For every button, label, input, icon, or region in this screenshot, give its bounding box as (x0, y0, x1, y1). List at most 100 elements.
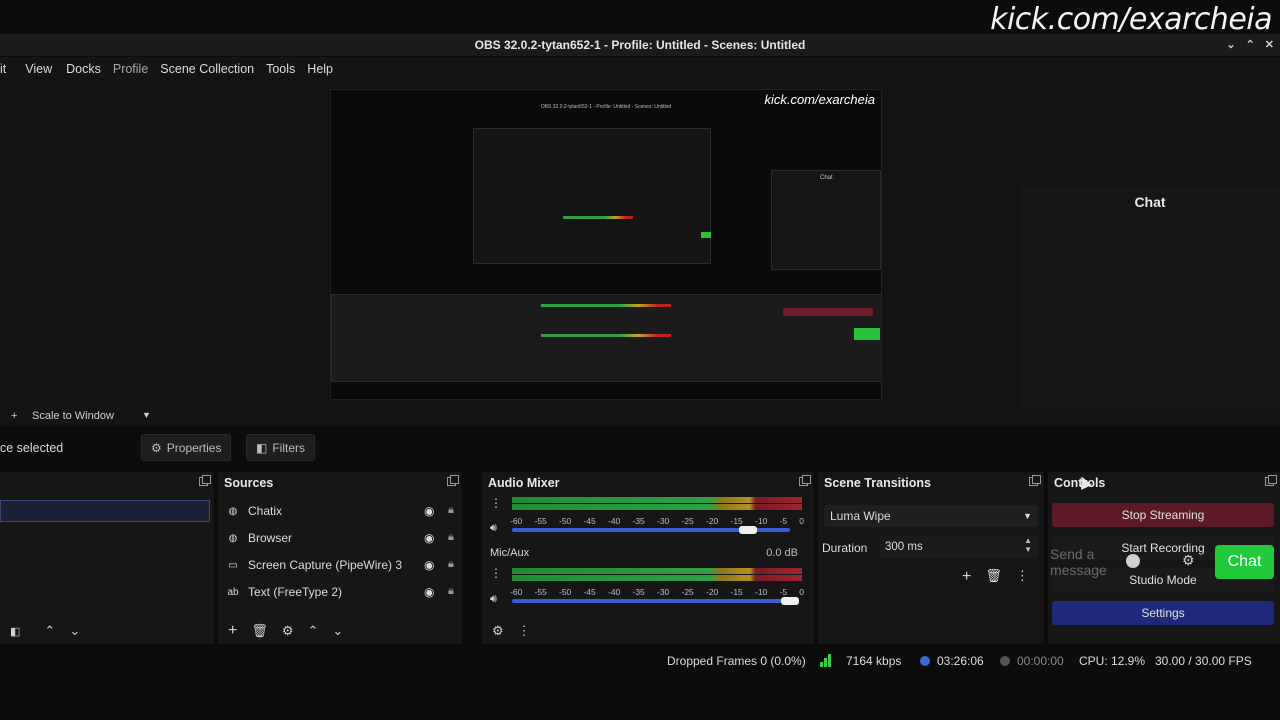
speaker-icon[interactable]: 🔊︎ (490, 593, 497, 606)
transition-selected: Luma Wipe (830, 509, 891, 523)
eye-icon[interactable]: ◉ (424, 558, 434, 572)
sources-title: Sources (224, 476, 274, 490)
volume-meter (512, 504, 802, 510)
eye-icon[interactable]: ◉ (424, 585, 434, 599)
audio-mixer-title: Audio Mixer (488, 476, 560, 490)
move-up-icon[interactable]: ⌃ (44, 623, 55, 639)
speaker-icon[interactable]: 🔊︎ (490, 522, 497, 535)
gear-icon[interactable]: ⚙ (1182, 552, 1195, 569)
move-down-icon[interactable]: ⌄ (332, 623, 343, 639)
meter-tick-label: -30 (657, 587, 670, 597)
meter-tick-label: -25 (681, 587, 694, 597)
properties-button[interactable]: ⚙ Properties (141, 434, 232, 461)
preview-meter-1 (541, 304, 671, 307)
source-name: Chatix (248, 504, 283, 518)
scale-select[interactable]: Scale to Window (32, 410, 114, 422)
lock-icon[interactable]: 🔒︎ (448, 558, 454, 571)
trash-icon[interactable]: 🗑︎ (251, 623, 268, 639)
meter-tick-label: -35 (632, 587, 645, 597)
caret-down-icon[interactable]: ▼ (142, 410, 151, 420)
scene-item-selected[interactable] (0, 500, 210, 522)
context-bar: + Scale to Window ▼ (0, 408, 1280, 426)
record-time: 00:00:00 (1017, 654, 1064, 668)
channel-name: Mic/Aux (490, 547, 530, 559)
maximize-icon[interactable]: ⌃ (1246, 34, 1255, 56)
scenes-toolbar: ◧ ⌃ ⌄ (0, 618, 214, 644)
properties-label: Properties (166, 440, 222, 455)
duration-label: Duration (822, 541, 868, 555)
volume-slider[interactable] (512, 599, 790, 603)
menu-tools[interactable]: Tools (260, 62, 301, 76)
preview-nested-chat: Chat (771, 170, 881, 270)
source-name: Text (FreeType 2) (248, 585, 343, 599)
volume-slider-handle[interactable] (739, 526, 758, 534)
chat-message-input[interactable]: Send a message (1050, 546, 1120, 578)
eye-icon[interactable]: ◉ (424, 504, 434, 518)
lock-icon[interactable]: 🔒︎ (448, 504, 454, 517)
eye-icon[interactable]: ◉ (424, 531, 434, 545)
add-icon[interactable]: + (11, 410, 17, 422)
meter-tick-label: -20 (706, 587, 719, 597)
scene-filter-icon[interactable]: ◧ (10, 625, 20, 638)
emoji-icon[interactable] (1126, 554, 1140, 568)
lock-icon[interactable]: 🔒︎ (448, 531, 454, 544)
channel-watermark: kick.com/exarcheia (990, 2, 1272, 37)
menu-scene-collection[interactable]: Scene Collection (154, 62, 260, 76)
gear-icon: ⚙ (151, 440, 162, 455)
window-titlebar: OBS 32.0.2-tytan652-1 - Profile: Untitle… (0, 34, 1280, 56)
source-item[interactable]: ab Text (FreeType 2) ◉ 🔒︎ (226, 579, 458, 605)
dropped-frames: Dropped Frames 0 (0.0%) (667, 654, 806, 668)
float-dock-icon[interactable] (447, 475, 459, 486)
advanced-audio-icon[interactable]: ⚙ (492, 623, 504, 639)
source-item[interactable]: ◍ Browser ◉ 🔒︎ (226, 525, 458, 551)
menu-docks[interactable]: Docks (58, 62, 107, 76)
gear-icon[interactable]: ⚙ (282, 623, 294, 639)
filter-icon: ◧ (256, 440, 268, 455)
menu-view[interactable]: View (12, 62, 58, 76)
channel-menu-icon[interactable]: ⋮ (490, 496, 502, 510)
add-transition-icon[interactable]: + (962, 568, 971, 586)
meter-tick-label: -20 (706, 516, 719, 526)
source-item[interactable]: ▭ Screen Capture (PipeWire) 3 ◉ 🔒︎ (226, 552, 458, 578)
float-dock-icon[interactable] (1029, 475, 1041, 486)
menu-profile[interactable]: Profile (107, 62, 154, 76)
stop-streaming-button[interactable]: Stop Streaming (1052, 503, 1274, 527)
meter-tick-label: -40 (608, 516, 621, 526)
filters-button[interactable]: ◧ Filters (246, 434, 316, 461)
preview-meter-3 (563, 216, 633, 219)
volume-slider-handle[interactable] (781, 597, 799, 605)
close-icon[interactable]: ✕ (1265, 34, 1274, 56)
add-source-icon[interactable]: + (228, 622, 237, 640)
source-name: Screen Capture (PipeWire) 3 (248, 558, 403, 572)
settings-button[interactable]: Settings (1052, 601, 1274, 625)
meter-tick-label: -35 (632, 516, 645, 526)
program-preview[interactable]: kick.com/exarcheia OBS 32.0.2-tytan652-1… (330, 89, 882, 400)
meter-scale: -60 -55 -50 -45 -40 -35 -30 -25 -20 -15 -10 -5 0 (510, 516, 804, 526)
text-icon: ab (227, 586, 239, 598)
menu-help[interactable]: Help (301, 62, 339, 76)
duration-value: 300 ms (885, 541, 923, 553)
source-name: Browser (248, 531, 293, 545)
move-down-icon[interactable]: ⌄ (69, 623, 80, 639)
volume-meter (512, 497, 802, 503)
menu-edit[interactable]: it (0, 62, 12, 76)
audio-mixer-dock: Audio Mixer ⋮ -60 -55 -50 -45 -40 -35 -30 -25 -2… (482, 472, 814, 644)
meter-tick-label: -30 (657, 516, 670, 526)
minimize-icon[interactable]: ⌄ (1226, 34, 1235, 56)
float-dock-icon[interactable] (199, 475, 211, 486)
float-dock-icon[interactable] (1265, 475, 1277, 486)
mixer-menu-icon[interactable]: ⋮ (518, 623, 531, 639)
lock-icon[interactable]: 🔒︎ (448, 585, 454, 598)
globe-icon: ◍ (228, 532, 238, 544)
transition-select[interactable]: Luma Wipe ▼ (824, 505, 1038, 527)
meter-tick-label: -25 (681, 516, 694, 526)
meter-tick-label: -15 (730, 516, 743, 526)
preview-stop-button (783, 308, 873, 316)
float-dock-icon[interactable] (799, 475, 811, 486)
meter-tick-label: 0 (799, 587, 804, 597)
streaming-indicator-icon (920, 656, 930, 666)
chat-send-button[interactable]: Chat (1215, 545, 1274, 579)
source-item[interactable]: ◍ Chatix ◉ 🔒︎ (226, 498, 458, 524)
channel-menu-icon[interactable]: ⋮ (490, 566, 502, 580)
move-up-icon[interactable]: ⌃ (308, 623, 319, 639)
